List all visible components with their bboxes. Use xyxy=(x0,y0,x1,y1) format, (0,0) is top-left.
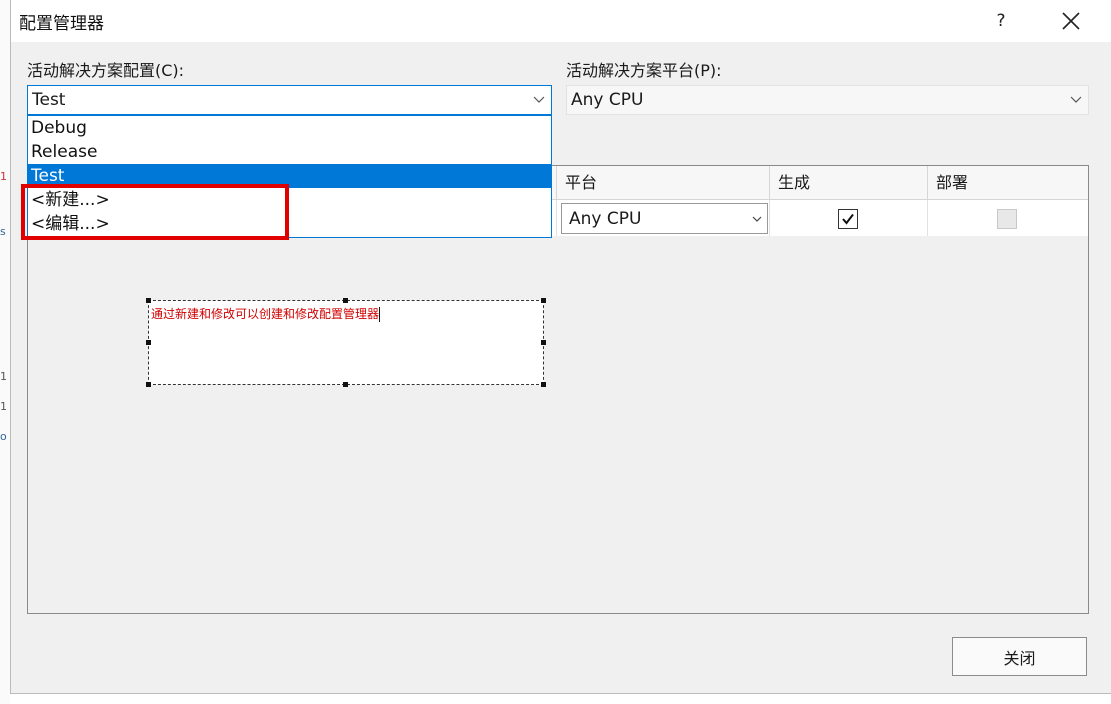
chevron-down-icon xyxy=(527,96,551,104)
solution-platform-combo[interactable]: Any CPU xyxy=(566,85,1089,115)
build-checkbox[interactable] xyxy=(838,209,858,229)
resize-handle[interactable] xyxy=(541,340,546,345)
close-window-button[interactable] xyxy=(1041,0,1101,42)
text-caret xyxy=(379,307,381,322)
resize-handle[interactable] xyxy=(146,382,151,387)
configuration-manager-dialog: 配置管理器 ? 活动解决方案配置(C): 活动解决方案平台(P): Test A… xyxy=(10,0,1111,694)
title-bar: 配置管理器 ? xyxy=(11,0,1111,42)
resize-handle[interactable] xyxy=(343,298,348,303)
checkmark-icon xyxy=(842,213,854,225)
row-platform-value: Any CPU xyxy=(569,208,642,229)
resize-handle[interactable] xyxy=(146,298,151,303)
help-button[interactable]: ? xyxy=(971,0,1031,42)
grid-header-platform: 平台 xyxy=(557,166,770,200)
solution-config-label: 活动解决方案配置(C): xyxy=(27,61,185,80)
grid-header-deploy: 部署 xyxy=(928,166,1088,200)
resize-handle[interactable] xyxy=(146,340,151,345)
resize-handle[interactable] xyxy=(541,382,546,387)
background-window-edge: 1 s 1 1 o xyxy=(0,0,10,704)
chevron-down-icon xyxy=(747,216,767,222)
config-option-debug[interactable]: Debug xyxy=(28,116,551,140)
solution-config-combo[interactable]: Test xyxy=(27,85,552,115)
close-button[interactable]: 关闭 xyxy=(952,637,1087,676)
annotation-text: 通过新建和修改可以创建和修改配置管理器 xyxy=(151,307,380,321)
chevron-down-icon xyxy=(1064,96,1088,104)
deploy-checkbox xyxy=(997,209,1017,229)
row-platform-combo[interactable]: Any CPU xyxy=(561,203,768,234)
highlight-box xyxy=(21,184,289,240)
resize-handle[interactable] xyxy=(541,298,546,303)
annotation-textbox[interactable]: 通过新建和修改可以创建和修改配置管理器 xyxy=(148,300,544,385)
dialog-title: 配置管理器 xyxy=(19,14,104,34)
solution-platform-label: 活动解决方案平台(P): xyxy=(566,61,722,80)
solution-config-value: Test xyxy=(32,90,66,110)
grid-header-build: 生成 xyxy=(770,166,928,200)
config-option-release[interactable]: Release xyxy=(28,140,551,164)
resize-handle[interactable] xyxy=(343,382,348,387)
close-icon xyxy=(1062,12,1080,30)
solution-platform-value: Any CPU xyxy=(571,90,644,110)
